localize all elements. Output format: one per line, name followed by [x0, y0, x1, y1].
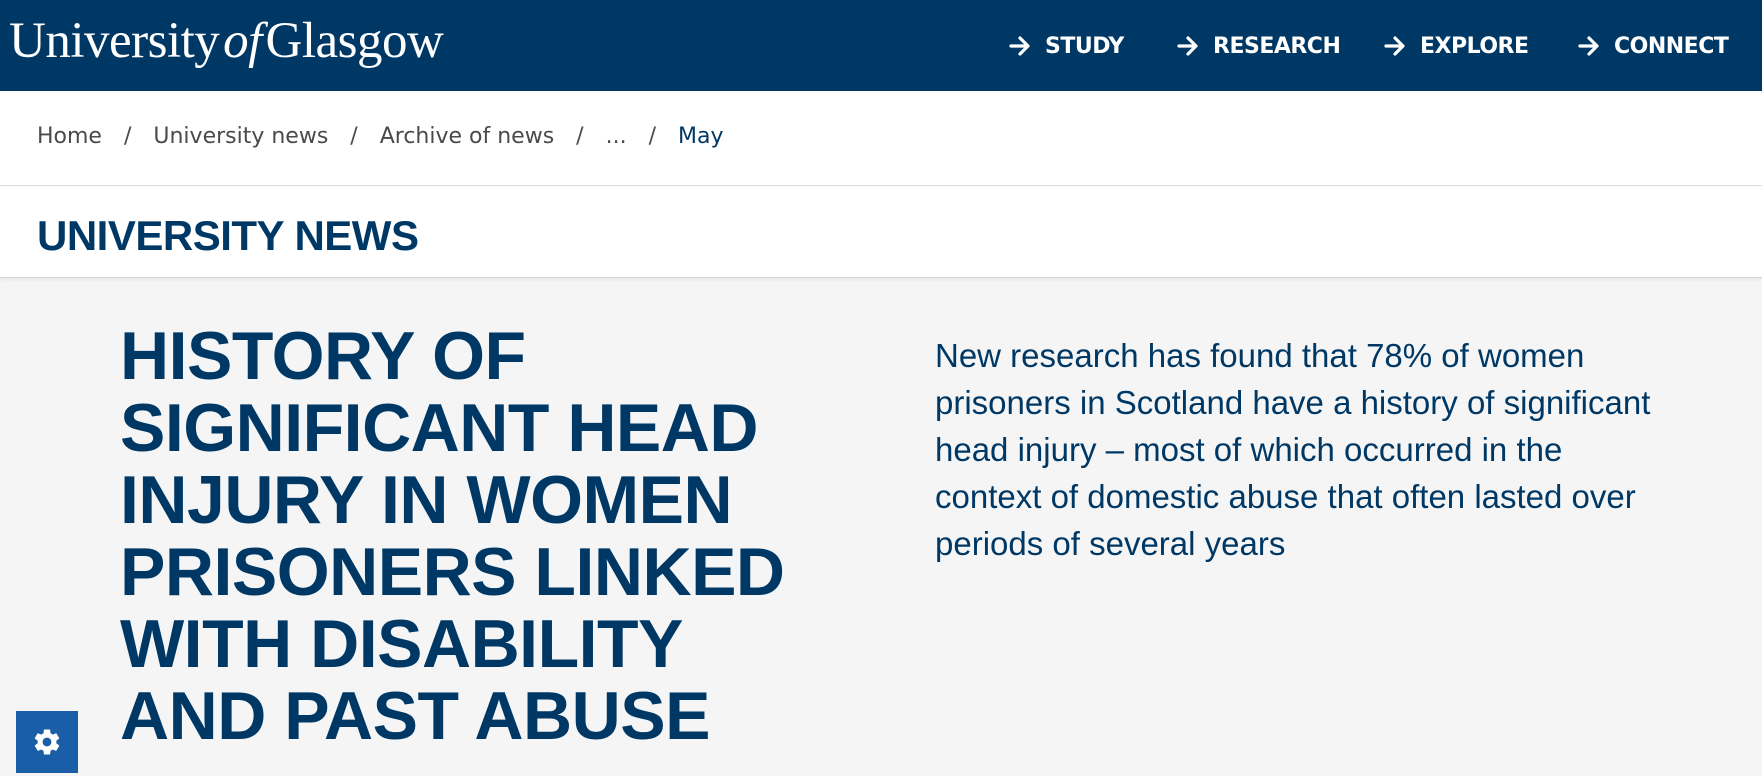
nav-research-label: RESEARCH: [1213, 33, 1341, 59]
nav-explore-label: EXPLORE: [1420, 33, 1529, 59]
breadcrumb-separator: /: [576, 124, 584, 149]
breadcrumb-archive-of-news[interactable]: Archive of news: [380, 124, 554, 149]
gear-icon: [34, 729, 60, 755]
breadcrumb-separator: /: [648, 124, 656, 149]
breadcrumb: Home / University news / Archive of news…: [37, 124, 723, 149]
site-header: University of Glasgow STUDY RESEARCH EXP…: [0, 0, 1762, 91]
nav-study[interactable]: STUDY: [1008, 30, 1124, 62]
article-summary: New research has found that 78% of women…: [935, 337, 1651, 562]
breadcrumb-separator: /: [123, 124, 132, 149]
logo-university-text: University: [9, 13, 220, 69]
university-logo[interactable]: University of Glasgow: [9, 13, 444, 69]
nav-connect[interactable]: CONNECT: [1577, 30, 1729, 62]
arrow-right-icon: [1578, 36, 1599, 56]
breadcrumb-separator: /: [350, 124, 358, 149]
logo-of-text: of: [223, 13, 262, 69]
arrow-right-icon: [1384, 36, 1405, 56]
arrow-right-icon: [1177, 36, 1198, 56]
logo-glasgow-text: Glasgow: [265, 13, 444, 69]
nav-explore[interactable]: EXPLORE: [1383, 30, 1529, 62]
breadcrumb-ellipsis[interactable]: ...: [606, 124, 627, 149]
breadcrumb-university-news[interactable]: University news: [153, 124, 328, 149]
breadcrumb-home[interactable]: Home: [37, 124, 102, 149]
arrow-right-icon: [1009, 36, 1030, 56]
settings-button[interactable]: [16, 711, 78, 773]
nav-connect-label: CONNECT: [1614, 33, 1729, 59]
nav-research[interactable]: RESEARCH: [1176, 30, 1341, 62]
article-headline: HISTORY OF SIGNIFICANT HEAD INJURY IN WO…: [120, 318, 785, 754]
breadcrumb-current-may: May: [678, 124, 724, 149]
nav-study-label: STUDY: [1045, 33, 1124, 59]
section-title[interactable]: UNIVERSITY NEWS: [37, 212, 419, 260]
